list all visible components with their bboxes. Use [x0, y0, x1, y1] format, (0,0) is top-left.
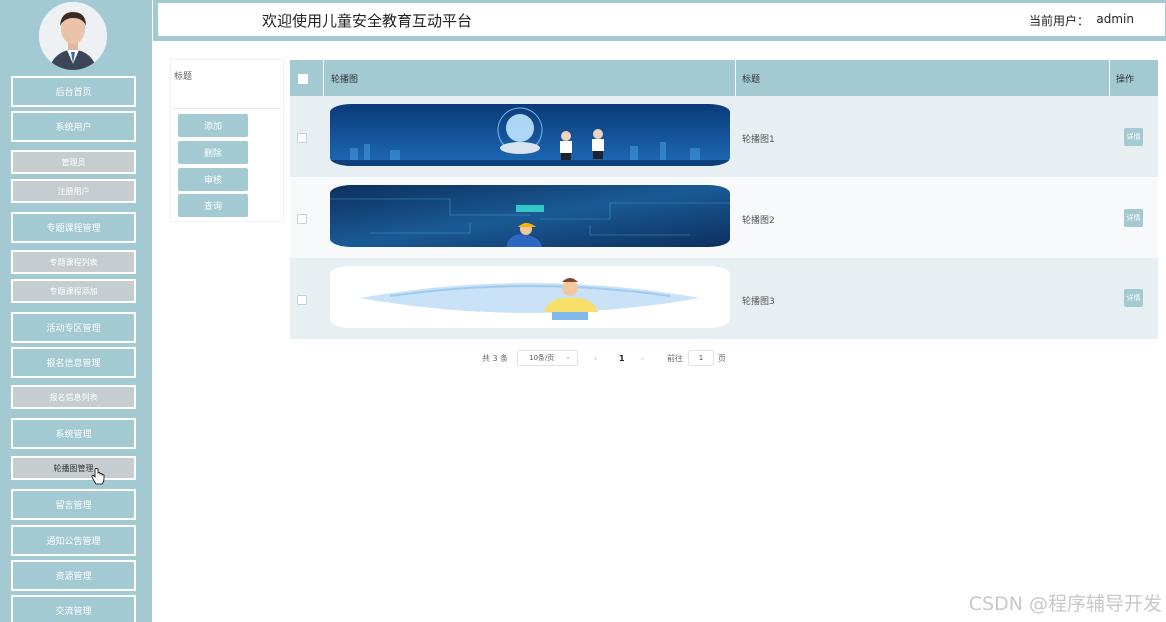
sidebar-item-2[interactable]: 系统用户: [11, 111, 136, 142]
sidebar-item-11[interactable]: 系统管理: [11, 418, 136, 449]
carousel-table: 轮播图 标题 操作 轮播图1 详情 轮播图2 详情 轮播图3 详情: [290, 60, 1158, 339]
sidebar-item-label: 专题课程列表: [49, 257, 98, 267]
next-page-icon[interactable]: ›: [641, 350, 644, 366]
sidebar-item-label: 后台首页: [55, 88, 92, 98]
app-root: 后台首页系统用户管理员注册用户专题课程管理 专题课程列表 专题课程添加 活动专区管理报…: [0, 0, 1166, 622]
prev-page-icon[interactable]: ‹: [594, 350, 597, 366]
sidebar-item-label: 系统用户: [55, 123, 92, 133]
sidebar-item-label: 轮播图管理: [53, 463, 94, 473]
table-row: 轮播图3 详情: [290, 258, 1158, 339]
sidebar-item-4[interactable]: 注册用户: [11, 179, 136, 203]
chevron-down-icon: ⌄: [565, 353, 571, 361]
current-user-name: admin: [1096, 12, 1134, 26]
pagination-total: 共 3 条: [482, 353, 509, 363]
sidebar-item-1[interactable]: 后台首页: [11, 76, 136, 107]
sidebar-item-label: 活动专区管理: [46, 324, 101, 334]
avatar[interactable]: [39, 2, 107, 70]
row-title: 轮播图1: [742, 135, 775, 145]
sidebar-item-5[interactable]: 专题课程管理: [11, 212, 136, 243]
row-checkbox[interactable]: [297, 214, 307, 224]
review-button[interactable]: 审核: [178, 168, 248, 191]
top-header: 欢迎使用儿童安全教育互动平台 当前用户： admin: [153, 0, 1166, 41]
user-avatar-icon: [39, 2, 107, 70]
search-panel: 标题 添加 删除 审核 查询: [170, 59, 284, 222]
sidebar-item-label: 通知公告管理: [46, 537, 101, 547]
query-button[interactable]: 查询: [178, 194, 248, 217]
sidebar-item-label: 专题课程添加: [49, 286, 98, 296]
table-row: 轮播图2 详情: [290, 177, 1158, 258]
column-header-image: 轮播图: [324, 60, 736, 96]
carousel-image-3: [330, 266, 730, 328]
detail-button[interactable]: 详情: [1124, 209, 1143, 227]
sidebar-item-label: 管理员: [61, 157, 86, 167]
sidebar-item-14[interactable]: 通知公告管理: [11, 525, 136, 556]
sidebar-item-13[interactable]: 留言管理: [11, 489, 136, 520]
detail-button[interactable]: 详情: [1124, 128, 1143, 146]
sidebar-item-label: 留言管理: [55, 501, 92, 511]
sidebar-item-15[interactable]: 资源管理: [11, 560, 136, 591]
column-header-action: 操作: [1116, 74, 1135, 85]
sidebar-item-label: 系统管理: [55, 430, 92, 440]
carousel-image-1: [330, 104, 730, 166]
jump-page-input[interactable]: 1: [688, 350, 714, 366]
sidebar-item-label: 专题课程管理: [46, 224, 101, 234]
table-row: 轮播图1 详情: [290, 96, 1158, 177]
sidebar-item-label: 报名信息列表: [49, 392, 98, 402]
row-checkbox[interactable]: [297, 295, 307, 305]
search-title-label: 标题: [174, 72, 193, 82]
sidebar-item-7[interactable]: 专题课程添加: [11, 279, 136, 303]
page-size-select[interactable]: 10条/页 ⌄: [517, 350, 578, 366]
page-size-value: 10条/页: [529, 354, 555, 362]
sidebar-item-label: 交流管理: [55, 607, 92, 617]
jump-to-label: 前往: [667, 353, 683, 363]
delete-button[interactable]: 删除: [178, 141, 248, 164]
table-header: 轮播图 标题 操作: [290, 60, 1158, 96]
page-unit-label: 页: [718, 353, 726, 363]
row-title: 轮播图2: [742, 216, 775, 226]
header-check-cell: [290, 60, 324, 96]
sidebar-item-16[interactable]: 交流管理: [11, 595, 136, 622]
select-all-checkbox[interactable]: [298, 74, 308, 84]
sidebar-item-label: 报名信息管理: [46, 359, 101, 369]
sidebar-item-label: 注册用户: [57, 186, 90, 196]
row-checkbox[interactable]: [297, 133, 307, 143]
detail-button[interactable]: 详情: [1124, 289, 1143, 307]
hand-cursor-icon: [91, 468, 105, 485]
carousel-image-2: [330, 185, 730, 247]
add-button[interactable]: 添加: [178, 114, 248, 137]
sidebar-item-9[interactable]: 报名信息管理: [11, 347, 136, 378]
sidebar-item-3[interactable]: 管理员: [11, 150, 136, 174]
sidebar-item-10[interactable]: 报名信息列表: [11, 385, 136, 409]
sidebar-item-8[interactable]: 活动专区管理: [11, 312, 136, 343]
header-bar: 欢迎使用儿童安全教育互动平台 当前用户： admin: [157, 2, 1166, 37]
row-title: 轮播图3: [742, 297, 775, 307]
current-page-number[interactable]: 1: [619, 350, 625, 366]
sidebar-item-label: 资源管理: [55, 572, 92, 582]
sidebar-item-12[interactable]: 轮播图管理: [11, 456, 136, 480]
sidebar: 后台首页系统用户管理员注册用户专题课程管理 专题课程列表 专题课程添加 活动专区管理报…: [0, 0, 152, 622]
sidebar-item-6[interactable]: 专题课程列表: [11, 250, 136, 274]
title-search-input[interactable]: [173, 90, 281, 109]
page-title: 欢迎使用儿童安全教育互动平台: [262, 12, 473, 30]
watermark-text: CSDN @程序辅导开发: [968, 593, 1162, 615]
current-user-label: 当前用户：: [1028, 14, 1089, 28]
column-header-title: 标题: [736, 60, 1110, 96]
